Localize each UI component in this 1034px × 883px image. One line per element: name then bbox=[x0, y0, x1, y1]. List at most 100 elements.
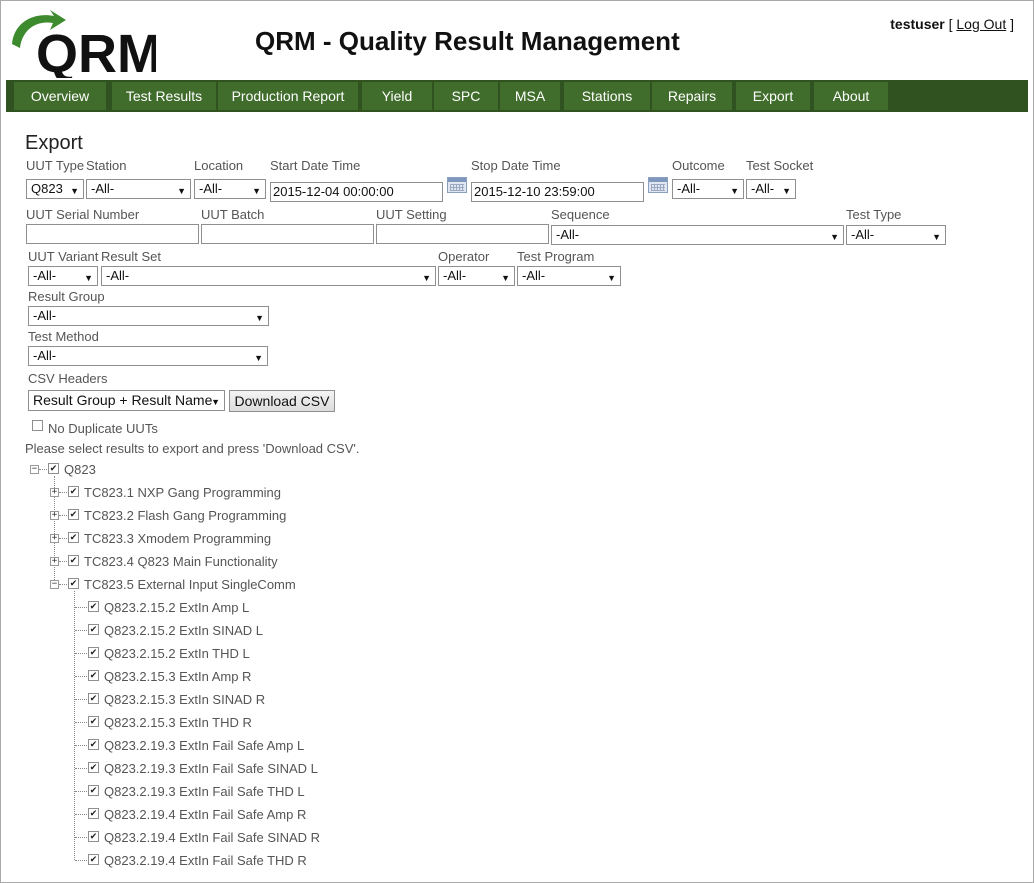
uut-variant-value: -All- bbox=[33, 268, 57, 283]
result-checkbox[interactable] bbox=[88, 785, 99, 796]
tab-production-report[interactable]: Production Report bbox=[218, 82, 358, 110]
tree-result-label: Q823.2.15.3 ExtIn Amp R bbox=[104, 669, 252, 684]
chevron-down-icon: ▼ bbox=[782, 186, 791, 196]
uut-type-value: Q823 bbox=[31, 181, 63, 196]
result-checkbox[interactable] bbox=[88, 670, 99, 681]
result-checkbox[interactable] bbox=[88, 739, 99, 750]
chevron-down-icon: ▼ bbox=[211, 397, 220, 407]
outcome-value: -All- bbox=[677, 181, 701, 196]
group-checkbox[interactable] bbox=[68, 578, 79, 589]
tree-connector bbox=[75, 814, 87, 815]
tree-connector bbox=[75, 791, 87, 792]
collapse-toggle[interactable]: − bbox=[50, 580, 59, 589]
username: testuser bbox=[890, 16, 945, 32]
start-date-input[interactable]: 2015-12-04 00:00:00 bbox=[270, 182, 443, 202]
test-program-label: Test Program bbox=[517, 249, 595, 264]
result-set-value: -All- bbox=[106, 268, 130, 283]
page-title: Export bbox=[25, 132, 83, 154]
no-duplicate-checkbox[interactable] bbox=[32, 420, 43, 431]
result-checkbox[interactable] bbox=[88, 624, 99, 635]
outcome-select[interactable]: -All- ▼ bbox=[672, 179, 744, 199]
result-checkbox[interactable] bbox=[88, 762, 99, 773]
qrm-logo: QRM bbox=[12, 10, 156, 78]
tree-result-label: Q823.2.15.3 ExtIn SINAD R bbox=[104, 692, 266, 707]
result-checkbox[interactable] bbox=[88, 601, 99, 612]
result-group-value: -All- bbox=[33, 308, 57, 323]
result-group-label: Result Group bbox=[28, 289, 105, 304]
chevron-down-icon: ▼ bbox=[177, 186, 186, 196]
uut-serial-input[interactable] bbox=[26, 224, 199, 244]
tree-connector bbox=[75, 745, 87, 746]
start-date-label: Start Date Time bbox=[270, 158, 361, 173]
outcome-label: Outcome bbox=[672, 158, 725, 173]
expand-toggle[interactable]: + bbox=[50, 511, 59, 520]
uut-batch-label: UUT Batch bbox=[201, 207, 265, 222]
operator-select[interactable]: -All- ▼ bbox=[438, 266, 515, 286]
station-value: -All- bbox=[91, 181, 115, 196]
result-set-select[interactable]: -All- ▼ bbox=[101, 266, 436, 286]
chevron-down-icon: ▼ bbox=[254, 353, 263, 363]
uut-setting-input[interactable] bbox=[376, 224, 549, 244]
uut-setting-label: UUT Setting bbox=[376, 207, 447, 222]
tree-group-label: TC823.4 Q823 Main Functionality bbox=[84, 554, 278, 569]
uut-type-select[interactable]: Q823 ▼ bbox=[26, 179, 84, 199]
tree-connector bbox=[75, 837, 87, 838]
uut-variant-select[interactable]: -All- ▼ bbox=[28, 266, 98, 286]
collapse-toggle[interactable]: − bbox=[30, 465, 39, 474]
sequence-label: Sequence bbox=[551, 207, 610, 222]
result-checkbox[interactable] bbox=[88, 831, 99, 842]
tab-export[interactable]: Export bbox=[736, 82, 810, 110]
operator-label: Operator bbox=[438, 249, 490, 264]
uut-batch-input[interactable] bbox=[201, 224, 374, 244]
result-checkbox[interactable] bbox=[88, 693, 99, 704]
group-checkbox[interactable] bbox=[68, 532, 79, 543]
tree-result-label: Q823.2.19.3 ExtIn Fail Safe Amp L bbox=[104, 738, 305, 753]
result-group-select[interactable]: -All- ▼ bbox=[28, 306, 269, 326]
tree-group-label: TC823.2 Flash Gang Programming bbox=[84, 508, 287, 523]
result-checkbox[interactable] bbox=[88, 808, 99, 819]
station-select[interactable]: -All- ▼ bbox=[86, 179, 191, 199]
tab-stations[interactable]: Stations bbox=[564, 82, 650, 110]
tab-yield[interactable]: Yield bbox=[362, 82, 432, 110]
csv-headers-label: CSV Headers bbox=[28, 371, 108, 386]
tree-result-label: Q823.2.15.3 ExtIn THD R bbox=[104, 715, 252, 730]
result-checkbox[interactable] bbox=[88, 716, 99, 727]
test-type-label: Test Type bbox=[846, 207, 902, 222]
test-socket-select[interactable]: -All- ▼ bbox=[746, 179, 796, 199]
no-duplicate-label: No Duplicate UUTs bbox=[48, 421, 158, 436]
tab-about[interactable]: About bbox=[814, 82, 888, 110]
test-type-select[interactable]: -All- ▼ bbox=[846, 225, 946, 245]
stop-calendar-icon[interactable] bbox=[648, 177, 668, 193]
expand-toggle[interactable]: + bbox=[50, 557, 59, 566]
test-program-select[interactable]: -All- ▼ bbox=[517, 266, 621, 286]
chevron-down-icon: ▼ bbox=[932, 232, 941, 242]
group-checkbox[interactable] bbox=[68, 486, 79, 497]
group-checkbox[interactable] bbox=[68, 509, 79, 520]
sequence-value: -All- bbox=[556, 227, 580, 242]
csv-headers-select[interactable]: Result Group + Result Name ▼ bbox=[28, 390, 225, 411]
tab-repairs[interactable]: Repairs bbox=[652, 82, 732, 110]
uut-variant-label: UUT Variant bbox=[28, 249, 99, 264]
tree-result-label: Q823.2.19.4 ExtIn Fail Safe SINAD R bbox=[104, 830, 321, 845]
root-checkbox[interactable] bbox=[48, 463, 59, 474]
group-checkbox[interactable] bbox=[68, 555, 79, 566]
tab-overview[interactable]: Overview bbox=[14, 82, 106, 110]
test-method-select[interactable]: -All- ▼ bbox=[28, 346, 268, 366]
result-checkbox[interactable] bbox=[88, 854, 99, 865]
download-csv-button[interactable]: Download CSV bbox=[229, 390, 335, 412]
tab-spc[interactable]: SPC bbox=[434, 82, 498, 110]
tab-test-results[interactable]: Test Results bbox=[112, 82, 216, 110]
logout-link[interactable]: Log Out bbox=[956, 16, 1006, 32]
tree-result-label: Q823.2.15.2 ExtIn SINAD L bbox=[104, 623, 263, 638]
expand-toggle[interactable]: + bbox=[50, 488, 59, 497]
start-calendar-icon[interactable] bbox=[447, 177, 467, 193]
stop-date-input[interactable]: 2015-12-10 23:59:00 bbox=[471, 182, 644, 202]
operator-value: -All- bbox=[443, 268, 467, 283]
location-select[interactable]: -All- ▼ bbox=[194, 179, 266, 199]
expand-toggle[interactable]: + bbox=[50, 534, 59, 543]
result-checkbox[interactable] bbox=[88, 647, 99, 658]
tree-result-label: Q823.2.15.2 ExtIn THD L bbox=[104, 646, 250, 661]
tab-msa[interactable]: MSA bbox=[500, 82, 560, 110]
chevron-down-icon: ▼ bbox=[830, 232, 839, 242]
sequence-select[interactable]: -All- ▼ bbox=[551, 225, 844, 245]
